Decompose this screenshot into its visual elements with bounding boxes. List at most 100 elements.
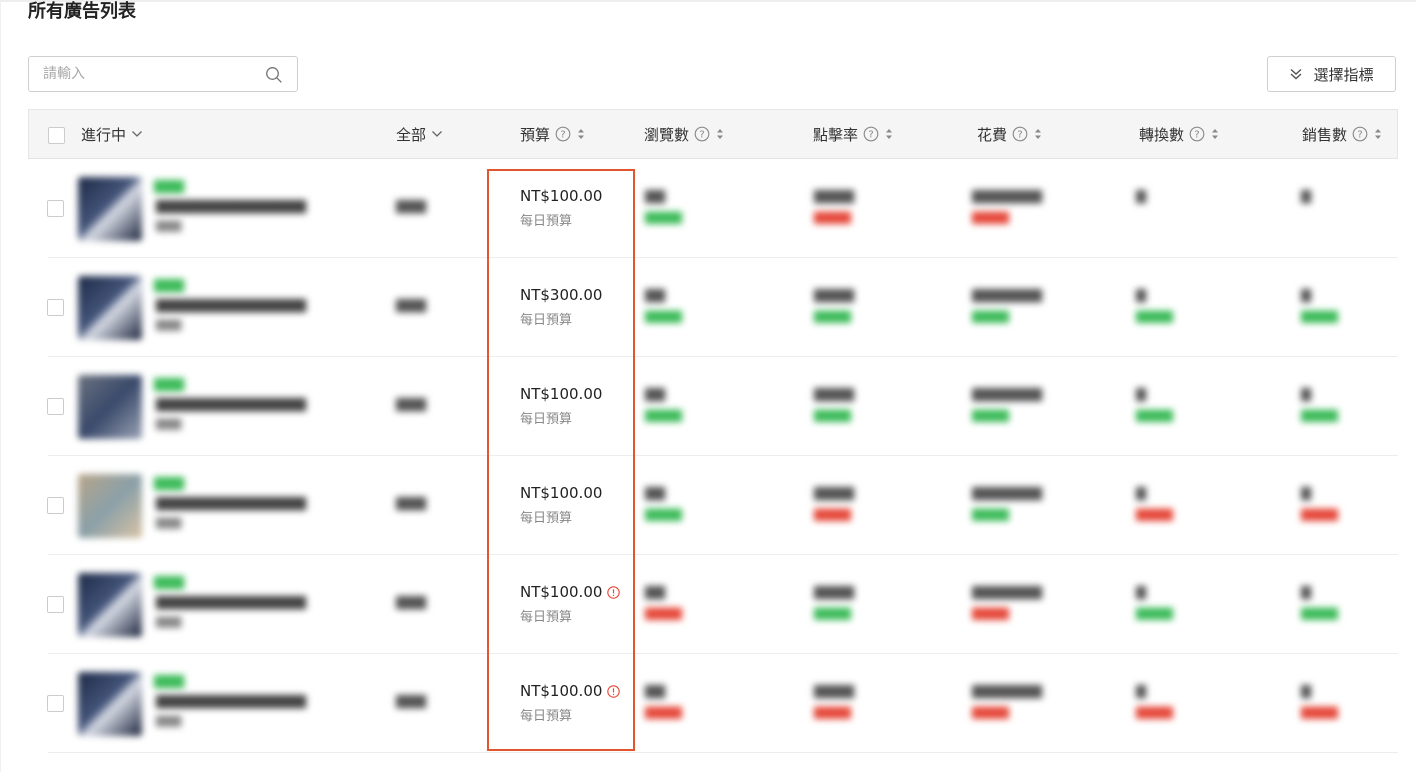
sales-value: ▇▇▇▇▇ xyxy=(1301,684,1338,719)
conversions-value: ▇▇▇▇▇ xyxy=(1136,288,1173,323)
svg-text:?: ? xyxy=(699,130,704,141)
views-column-header[interactable]: 瀏覽數 ? xyxy=(644,110,725,158)
spend-value: ▇▇▇▇▇▇▇ ▇▇▇▇ xyxy=(972,288,1042,323)
help-circle-icon[interactable]: ? xyxy=(1189,126,1205,142)
help-circle-icon[interactable]: ? xyxy=(694,126,710,142)
ad-thumbnail xyxy=(78,672,142,736)
views-value: ▇▇ ▇▇▇▇ xyxy=(645,387,682,422)
help-circle-icon[interactable]: ? xyxy=(1012,126,1028,142)
ctr-header-label: 點擊率 xyxy=(813,125,859,144)
ad-subtitle: ▇▇▇ xyxy=(156,516,182,529)
budget-column-header[interactable]: 預算 ? xyxy=(520,110,586,158)
ad-name[interactable]: ▇▇▇▇▇▇▇▇▇▇▇▇▇▇▇ xyxy=(156,694,306,709)
table-row[interactable]: ▇▇▇ ▇▇▇▇▇▇▇▇▇▇▇▇▇▇▇ ▇▇▇ ▇▇▇ NT$100.00 每日… xyxy=(28,159,1398,258)
page-title: 所有廣告列表 xyxy=(28,1,136,22)
table-row[interactable]: ▇▇▇ ▇▇▇▇▇▇▇▇▇▇▇▇▇▇▇ ▇▇▇ ▇▇▇ NT$100.00 每日… xyxy=(28,555,1398,654)
ad-scope-value: ▇▇▇ xyxy=(396,694,426,709)
spend-value: ▇▇▇▇▇▇▇ ▇▇▇▇ xyxy=(972,387,1042,422)
ad-subtitle: ▇▇▇ xyxy=(156,615,182,628)
select-metrics-button[interactable]: 選擇指標 xyxy=(1267,56,1396,92)
ad-status-label: ▇▇▇ xyxy=(154,278,184,293)
spend-value: ▇▇▇▇▇▇▇ ▇▇▇▇ xyxy=(972,189,1042,224)
sort-icon[interactable] xyxy=(1210,127,1220,141)
ad-subtitle: ▇▇▇ xyxy=(156,219,182,232)
budget-row-divider xyxy=(489,554,633,555)
sales-value: ▇▇▇▇▇ xyxy=(1301,585,1338,620)
svg-text:?: ? xyxy=(1017,130,1022,141)
sort-icon[interactable] xyxy=(715,127,725,141)
chevron-down-icon xyxy=(132,131,142,137)
sales-value: ▇▇▇▇▇ xyxy=(1301,486,1338,521)
ad-status-label: ▇▇▇ xyxy=(154,674,184,689)
table-row[interactable]: ▇▇▇ ▇▇▇▇▇▇▇▇▇▇▇▇▇▇▇ ▇▇▇ ▇▇▇ NT$100.00 每日… xyxy=(28,654,1398,753)
scope-filter[interactable]: 全部 xyxy=(396,110,443,158)
ad-status-label: ▇▇▇ xyxy=(154,179,184,194)
ad-scope-value: ▇▇▇ xyxy=(396,199,426,214)
scope-filter-label: 全部 xyxy=(396,125,427,144)
top-border xyxy=(0,0,1416,2)
budget-row-divider xyxy=(489,356,633,357)
chevron-down-icon xyxy=(432,131,442,137)
ad-scope-value: ▇▇▇ xyxy=(396,397,426,412)
ad-thumbnail xyxy=(78,474,142,538)
conversions-header-label: 轉換數 xyxy=(1139,125,1185,144)
row-checkbox[interactable] xyxy=(47,299,64,316)
table-row[interactable]: ▇▇▇ ▇▇▇▇▇▇▇▇▇▇▇▇▇▇▇ ▇▇▇ ▇▇▇ NT$300.00 每日… xyxy=(28,258,1398,357)
ad-name[interactable]: ▇▇▇▇▇▇▇▇▇▇▇▇▇▇▇ xyxy=(156,199,306,214)
table-row[interactable]: ▇▇▇ ▇▇▇▇▇▇▇▇▇▇▇▇▇▇▇ ▇▇▇ ▇▇▇ NT$100.00 每日… xyxy=(28,357,1398,456)
budget-row-divider xyxy=(489,257,633,258)
ctr-value: ▇▇▇▇ ▇▇▇▇ xyxy=(814,486,854,521)
sales-header-label: 銷售數 xyxy=(1302,125,1348,144)
ad-thumbnail xyxy=(78,375,142,439)
row-checkbox[interactable] xyxy=(47,497,64,514)
ad-name[interactable]: ▇▇▇▇▇▇▇▇▇▇▇▇▇▇▇ xyxy=(156,298,306,313)
row-checkbox[interactable] xyxy=(47,200,64,217)
select-all-checkbox[interactable] xyxy=(48,127,65,144)
conversions-value: ▇▇▇▇▇ xyxy=(1136,387,1173,422)
row-checkbox[interactable] xyxy=(47,596,64,613)
ctr-value: ▇▇▇▇ ▇▇▇▇ xyxy=(814,288,854,323)
row-checkbox[interactable] xyxy=(47,398,64,415)
help-circle-icon[interactable]: ? xyxy=(1352,126,1368,142)
ctr-column-header[interactable]: 點擊率 ? xyxy=(813,110,894,158)
svg-text:?: ? xyxy=(1194,130,1199,141)
ctr-value: ▇▇▇▇ ▇▇▇▇ xyxy=(814,585,854,620)
spend-value: ▇▇▇▇▇▇▇ ▇▇▇▇ xyxy=(972,585,1042,620)
svg-text:?: ? xyxy=(868,130,873,141)
conversions-value: ▇▇▇▇▇ xyxy=(1136,189,1146,204)
ad-name[interactable]: ▇▇▇▇▇▇▇▇▇▇▇▇▇▇▇ xyxy=(156,595,306,610)
ads-table: 進行中 全部 預算 ? 瀏覽數 ? 點擊率 ? 花費 ? 轉換數 ? 銷售數 ?… xyxy=(28,109,1398,772)
ad-name[interactable]: ▇▇▇▇▇▇▇▇▇▇▇▇▇▇▇ xyxy=(156,496,306,511)
search-input[interactable] xyxy=(43,65,263,83)
sales-column-header[interactable]: 銷售數 ? xyxy=(1302,110,1383,158)
sort-icon[interactable] xyxy=(1033,127,1043,141)
sort-icon[interactable] xyxy=(1373,127,1383,141)
views-value: ▇▇ ▇▇▇▇ xyxy=(645,684,682,719)
sales-value: ▇▇▇▇▇ xyxy=(1301,189,1311,204)
ad-status-label: ▇▇▇ xyxy=(154,575,184,590)
svg-text:?: ? xyxy=(560,130,565,141)
ad-subtitle: ▇▇▇ xyxy=(156,417,182,430)
budget-row-divider xyxy=(489,653,633,654)
left-border xyxy=(0,0,1,772)
help-circle-icon[interactable]: ? xyxy=(863,126,879,142)
table-row[interactable]: ▇▇▇ ▇▇▇▇▇▇▇▇▇▇▇▇▇▇▇ ▇▇▇ ▇▇▇ NT$100.00 每日… xyxy=(28,456,1398,555)
sort-icon[interactable] xyxy=(884,127,894,141)
ctr-value: ▇▇▇▇ ▇▇▇▇ xyxy=(814,387,854,422)
ad-thumbnail xyxy=(78,177,142,241)
sort-icon[interactable] xyxy=(576,127,586,141)
spend-header-label: 花費 xyxy=(977,125,1008,144)
row-checkbox[interactable] xyxy=(47,695,64,712)
views-value: ▇▇ ▇▇▇▇ xyxy=(645,189,682,224)
help-circle-icon[interactable]: ? xyxy=(555,126,571,142)
search-field[interactable] xyxy=(28,56,298,92)
ctr-value: ▇▇▇▇ ▇▇▇▇ xyxy=(814,684,854,719)
svg-text:?: ? xyxy=(1357,130,1362,141)
search-icon[interactable] xyxy=(265,66,283,84)
conversions-column-header[interactable]: 轉換數 ? xyxy=(1139,110,1220,158)
spend-column-header[interactable]: 花費 ? xyxy=(977,110,1043,158)
status-filter[interactable]: 進行中 xyxy=(81,110,143,158)
sales-value: ▇▇▇▇▇ xyxy=(1301,387,1338,422)
ad-name[interactable]: ▇▇▇▇▇▇▇▇▇▇▇▇▇▇▇ xyxy=(156,397,306,412)
ad-thumbnail xyxy=(78,276,142,340)
